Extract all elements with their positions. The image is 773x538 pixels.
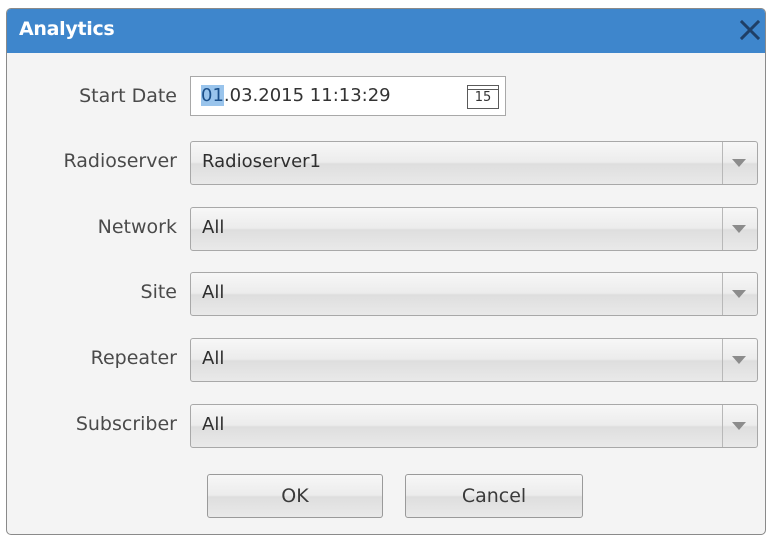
site-label-box: Site	[7, 275, 177, 311]
repeater-label-box: Repeater	[7, 341, 177, 377]
subscriber-dropdown[interactable]: All	[190, 404, 758, 448]
title-bar: Analytics	[7, 9, 765, 53]
chevron-down-icon[interactable]	[732, 356, 746, 364]
start-date-value[interactable]: 01.03.2015 11:13:29	[201, 85, 391, 106]
repeater-value: All	[202, 348, 225, 369]
radioserver-label: Radioserver	[63, 150, 177, 172]
analytics-dialog: Analytics Start Date 01.03.2015 11:13:29…	[6, 8, 766, 535]
cancel-button[interactable]: Cancel	[405, 474, 583, 518]
start-date-label-box: Start Date	[7, 79, 177, 115]
calendar-icon[interactable]: 15	[467, 85, 499, 109]
radioserver-dropdown[interactable]: Radioserver1	[190, 141, 758, 185]
radioserver-label-box: Radioserver	[7, 144, 177, 180]
subscriber-label: Subscriber	[75, 413, 177, 435]
start-date-label: Start Date	[79, 85, 177, 107]
dropdown-separator	[722, 339, 723, 381]
subscriber-label-box: Subscriber	[7, 407, 177, 443]
radioserver-value: Radioserver1	[202, 151, 322, 172]
network-label-box: Network	[7, 210, 177, 246]
chevron-down-icon[interactable]	[732, 159, 746, 167]
dropdown-separator	[722, 142, 723, 184]
network-label: Network	[97, 216, 177, 238]
repeater-label: Repeater	[90, 347, 177, 369]
site-value: All	[202, 282, 225, 303]
dialog-title: Analytics	[19, 18, 115, 40]
network-dropdown[interactable]: All	[190, 207, 758, 251]
calendar-day: 15	[474, 90, 492, 105]
site-dropdown[interactable]: All	[190, 272, 758, 316]
chevron-down-icon[interactable]	[732, 422, 746, 430]
ok-button[interactable]: OK	[207, 474, 383, 518]
dropdown-separator	[722, 405, 723, 447]
chevron-down-icon[interactable]	[732, 290, 746, 298]
chevron-down-icon[interactable]	[732, 225, 746, 233]
close-icon	[739, 19, 761, 41]
close-button[interactable]	[737, 17, 763, 43]
site-label: Site	[140, 281, 177, 303]
start-date-selected-part[interactable]: 01	[201, 85, 224, 106]
dropdown-separator	[722, 273, 723, 315]
start-date-rest[interactable]: .03.2015 11:13:29	[224, 85, 391, 106]
repeater-dropdown[interactable]: All	[190, 338, 758, 382]
dropdown-separator	[722, 208, 723, 250]
network-value: All	[202, 217, 225, 238]
start-date-field[interactable]: 01.03.2015 11:13:29 15	[190, 76, 506, 116]
subscriber-value: All	[202, 414, 225, 435]
